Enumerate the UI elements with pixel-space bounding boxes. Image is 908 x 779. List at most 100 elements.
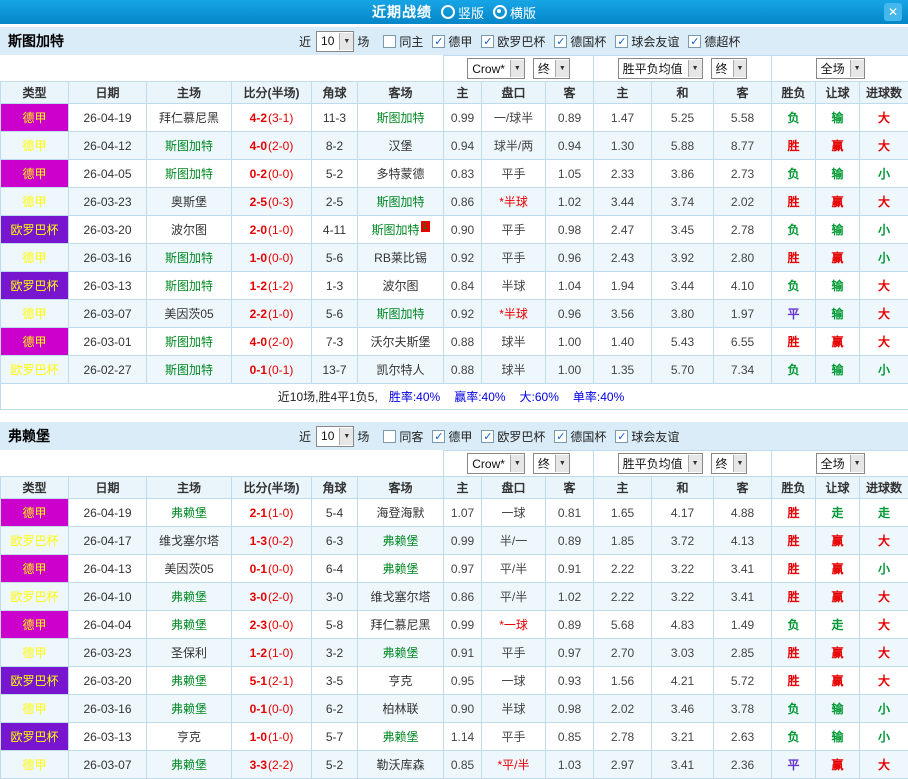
dialog-title: 近期战绩 <box>372 2 432 22</box>
away-team-cell: RB莱比锡 <box>358 244 444 272</box>
bookmaker-stage-select[interactable]: 终▼ <box>533 58 570 79</box>
score-cell: 2-0(1-0) <box>232 216 312 244</box>
home-team-cell: 弗赖堡 <box>147 611 232 639</box>
corners-cell: 13-7 <box>312 356 358 384</box>
euro-away-odds-cell: 2.73 <box>714 160 772 188</box>
filter-checkbox[interactable]: ✓德甲 <box>432 428 472 445</box>
column-header: 让球 <box>816 82 860 104</box>
summary-text: 近10场,胜4平1负5, <box>278 390 378 404</box>
column-header: 比分(半场) <box>232 477 312 499</box>
league-cell: 德甲 <box>1 104 69 132</box>
euro-away-odds-cell: 8.77 <box>714 132 772 160</box>
date-cell: 26-04-04 <box>69 611 147 639</box>
handicap-result-cell: 赢 <box>816 328 860 356</box>
date-cell: 26-03-07 <box>69 751 147 779</box>
corners-cell: 6-3 <box>312 527 358 555</box>
asian-away-odds-cell: 0.91 <box>546 555 594 583</box>
home-team-cell: 斯图加特 <box>147 328 232 356</box>
result-cell: 胜 <box>772 639 816 667</box>
goals-result-cell: 大 <box>860 583 908 611</box>
euro-draw-odds-cell: 3.22 <box>652 555 714 583</box>
matches-table: Crow*▼终▼胜平负均值▼终▼全场▼类型日期主场比分(半场)角球客场主盘口客主… <box>0 55 908 410</box>
bookmaker-select[interactable]: Crow*▼ <box>467 58 525 79</box>
handicap-result-cell: 输 <box>816 216 860 244</box>
summary-stat: 胜率:40% <box>389 390 440 404</box>
euro-away-odds-cell: 4.13 <box>714 527 772 555</box>
euro-away-odds-cell: 1.97 <box>714 300 772 328</box>
horizontal-layout-radio-label[interactable]: 横版 <box>510 3 536 22</box>
dropdown-arrow-icon: ▼ <box>510 60 524 77</box>
recent-count-select[interactable]: 10▼ <box>316 426 354 447</box>
match-row: 德甲26-03-07美因茨052-2(1-0)5-6斯图加特0.92*半球0.9… <box>1 300 908 328</box>
filter-checkbox[interactable]: 同客 <box>383 428 423 445</box>
league-cell: 欧罗巴杯 <box>1 272 69 300</box>
recent-label: 近 <box>299 428 311 445</box>
scope-select[interactable]: 全场▼ <box>816 453 865 474</box>
match-row: 欧罗巴杯26-03-13斯图加特1-2(1-2)1-3波尔图0.84半球1.04… <box>1 272 908 300</box>
bookmaker-select[interactable]: Crow*▼ <box>467 453 525 474</box>
euro-draw-odds-cell: 3.46 <box>652 695 714 723</box>
column-header: 进球数 <box>860 477 908 499</box>
result-cell: 胜 <box>772 667 816 695</box>
date-cell: 26-03-13 <box>69 272 147 300</box>
odds-average-select[interactable]: 胜平负均值▼ <box>618 58 703 79</box>
match-row: 欧罗巴杯26-02-27斯图加特0-1(0-1)13-7凯尔特人0.88球半1.… <box>1 356 908 384</box>
filter-checkbox[interactable]: ✓德国杯 <box>554 33 606 50</box>
recent-count-select[interactable]: 10▼ <box>316 31 354 52</box>
filter-checkbox[interactable]: ✓球会友谊 <box>615 33 679 50</box>
euro-away-odds-cell: 2.85 <box>714 639 772 667</box>
date-cell: 26-03-13 <box>69 723 147 751</box>
result-cell: 胜 <box>772 499 816 527</box>
handicap-cell: 球半 <box>482 328 546 356</box>
close-button[interactable]: ✕ <box>884 3 902 21</box>
home-team-cell: 弗赖堡 <box>147 583 232 611</box>
date-cell: 26-03-07 <box>69 300 147 328</box>
filter-checkbox[interactable]: ✓德国杯 <box>554 428 606 445</box>
handicap-cell: 球半 <box>482 356 546 384</box>
result-cell: 胜 <box>772 583 816 611</box>
euro-away-odds-cell: 5.58 <box>714 104 772 132</box>
odds-stage-select[interactable]: 终▼ <box>711 453 748 474</box>
horizontal-layout-radio-icon[interactable] <box>493 5 507 19</box>
odds-average-select[interactable]: 胜平负均值▼ <box>618 453 703 474</box>
filter-checkbox[interactable]: ✓球会友谊 <box>615 428 679 445</box>
filter-checkbox[interactable]: ✓欧罗巴杯 <box>481 428 545 445</box>
filter-checkbox[interactable]: 同主 <box>383 33 423 50</box>
filter-checkbox[interactable]: ✓德超杯 <box>688 33 740 50</box>
vertical-layout-radio-label[interactable]: 竖版 <box>458 3 484 22</box>
league-cell: 德甲 <box>1 300 69 328</box>
asian-away-odds-cell: 0.98 <box>546 216 594 244</box>
handicap-cell: 半球 <box>482 272 546 300</box>
home-team-cell: 斯图加特 <box>147 244 232 272</box>
sections-container: 斯图加特近10▼场同主✓德甲✓欧罗巴杯✓德国杯✓球会友谊✓德超杯Crow*▼终▼… <box>0 27 908 779</box>
euro-away-odds-cell: 4.10 <box>714 272 772 300</box>
euro-home-odds-cell: 2.97 <box>594 751 652 779</box>
euro-draw-odds-cell: 3.86 <box>652 160 714 188</box>
column-header: 主场 <box>147 477 232 499</box>
euro-away-odds-cell: 4.88 <box>714 499 772 527</box>
column-header: 主 <box>444 477 482 499</box>
filter-checkbox[interactable]: ✓欧罗巴杯 <box>481 33 545 50</box>
goals-result-cell: 大 <box>860 639 908 667</box>
bookmaker-stage-select[interactable]: 终▼ <box>533 453 570 474</box>
goals-result-cell: 大 <box>860 300 908 328</box>
corners-cell: 5-7 <box>312 723 358 751</box>
match-row: 德甲26-03-23奥斯堡2-5(0-3)2-5斯图加特0.86*半球1.023… <box>1 188 908 216</box>
checked-checkbox-icon: ✓ <box>688 35 701 48</box>
result-cell: 负 <box>772 272 816 300</box>
checked-checkbox-icon: ✓ <box>554 430 567 443</box>
euro-draw-odds-cell: 3.80 <box>652 300 714 328</box>
score-cell: 0-2(0-0) <box>232 160 312 188</box>
scope-select[interactable]: 全场▼ <box>816 58 865 79</box>
checked-checkbox-icon: ✓ <box>432 35 445 48</box>
vertical-layout-radio-icon[interactable] <box>441 5 455 19</box>
column-header: 和 <box>652 82 714 104</box>
filter-checkbox[interactable]: ✓德甲 <box>432 33 472 50</box>
odds-stage-select[interactable]: 终▼ <box>711 58 748 79</box>
match-row: 德甲26-04-12斯图加特4-0(2-0)8-2汉堡0.94球半/两0.941… <box>1 132 908 160</box>
handicap-cell: *平/半 <box>482 751 546 779</box>
checked-checkbox-icon: ✓ <box>554 35 567 48</box>
home-team-cell: 弗赖堡 <box>147 667 232 695</box>
goals-result-cell: 小 <box>860 555 908 583</box>
euro-home-odds-cell: 1.47 <box>594 104 652 132</box>
